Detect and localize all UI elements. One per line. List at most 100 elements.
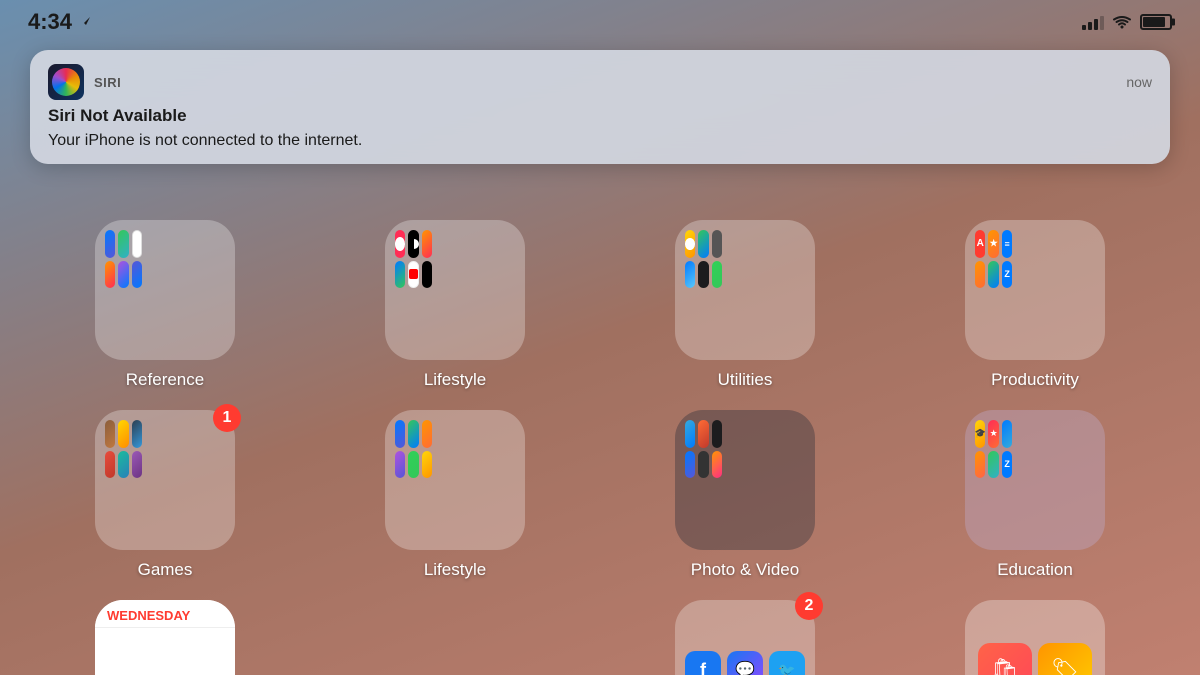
folder-app <box>685 230 695 258</box>
calendar-day-name: WEDNESDAY <box>107 608 223 623</box>
folder-app <box>988 451 998 479</box>
folder-productivity[interactable]: A ★ ≡ Z Produ <box>950 220 1120 390</box>
folder-education[interactable]: 🎓 ★ Z Education <box>950 410 1120 580</box>
folder-app: ★ <box>988 420 998 448</box>
notification-app-name: SIRI <box>94 75 121 90</box>
notification-body: Your iPhone is not connected to the inte… <box>48 132 1152 150</box>
folder-app: Z <box>1002 261 1012 289</box>
folder-utilities-apps <box>685 230 722 288</box>
folder-lifestyle-1-apps <box>395 230 432 288</box>
folder-lifestyle-2[interactable]: Lifestyle <box>370 410 540 580</box>
siri-icon <box>48 64 84 100</box>
folder-app <box>105 261 115 289</box>
folder-app <box>422 420 432 448</box>
folder-app <box>685 451 695 479</box>
games-badge: 1 <box>213 404 241 432</box>
folder-lifestyle-1-icon <box>385 220 525 360</box>
folder-games-apps <box>105 420 142 478</box>
folder-lifestyle-2-apps <box>395 420 432 478</box>
folder-utilities-icon <box>675 220 815 360</box>
folder-app <box>698 451 708 479</box>
notification-title: Siri Not Available <box>48 106 1152 126</box>
folder-app <box>395 420 405 448</box>
folder-app <box>712 451 722 479</box>
folder-app <box>408 451 418 479</box>
twitter-app-icon: 🐦 <box>769 651 805 675</box>
folder-shopping-icon: 🛍 🏷 <box>965 600 1105 675</box>
folder-productivity-apps: A ★ ≡ Z <box>975 230 1012 288</box>
notification-banner[interactable]: SIRI now Siri Not Available Your iPhone … <box>30 50 1170 164</box>
folder-app <box>975 451 985 479</box>
folder-app <box>422 451 432 479</box>
folder-reference-label: Reference <box>126 370 204 390</box>
folder-app <box>105 420 115 448</box>
messenger-app-icon: 💬 <box>727 651 763 675</box>
app-grid: Reference <box>0 220 1200 675</box>
folder-utilities-label: Utilities <box>718 370 773 390</box>
folder-app: ★ <box>988 230 998 258</box>
folder-education-icon: 🎓 ★ Z <box>965 410 1105 550</box>
folder-social[interactable]: 2 f 💬 🐦 <box>660 600 830 675</box>
folder-app: A <box>975 230 985 258</box>
wifi-icon <box>1112 15 1132 29</box>
folder-lifestyle-2-icon <box>385 410 525 550</box>
calendar-widget-container[interactable]: WEDNESDAY <box>80 600 250 675</box>
location-arrow-icon <box>78 15 92 29</box>
folder-app <box>988 261 998 289</box>
folder-app <box>118 451 128 479</box>
app-row-2: 1 Games <box>20 410 1180 580</box>
folder-app <box>712 230 722 258</box>
calendar-widget: WEDNESDAY <box>95 600 235 675</box>
shop-app1-icon: 🛍 <box>978 643 1032 675</box>
folder-lifestyle-1[interactable]: Lifestyle <box>370 220 540 390</box>
folder-app <box>698 420 708 448</box>
folder-games[interactable]: 1 Games <box>80 410 250 580</box>
folder-app: ≡ <box>1002 230 1012 258</box>
battery-fill <box>1143 17 1165 27</box>
folder-app <box>712 420 722 448</box>
folder-app <box>408 420 418 448</box>
folder-app <box>118 230 128 258</box>
siri-gradient <box>52 68 80 96</box>
folder-app <box>132 230 142 258</box>
folder-utilities[interactable]: Utilities <box>660 220 830 390</box>
folder-games-icon: 1 <box>95 410 235 550</box>
folder-reference-icon <box>95 220 235 360</box>
folder-app <box>105 451 115 479</box>
folder-productivity-icon: A ★ ≡ Z <box>965 220 1105 360</box>
folder-reference[interactable]: Reference <box>80 220 250 390</box>
notification-header: SIRI now <box>48 64 1152 100</box>
status-bar: 4:34 <box>0 0 1200 44</box>
folder-app: Z <box>1002 451 1012 479</box>
shop-app2-icon: 🏷 <box>1038 643 1092 675</box>
folder-social-icon: 2 f 💬 🐦 <box>675 600 815 675</box>
folder-shopping[interactable]: 🛍 🏷 <box>950 600 1120 675</box>
folder-photo-video[interactable]: Photo & Video <box>660 410 830 580</box>
folder-app <box>408 230 418 258</box>
folder-app <box>105 230 115 258</box>
folder-photo-video-icon <box>675 410 815 550</box>
folder-app <box>422 261 432 289</box>
folder-productivity-label: Productivity <box>991 370 1079 390</box>
app-row-1: Reference <box>20 220 1180 390</box>
social-badge: 2 <box>795 592 823 620</box>
folder-app <box>1002 420 1012 448</box>
folder-app <box>408 261 418 289</box>
folder-app <box>118 420 128 448</box>
folder-reference-apps <box>105 230 142 288</box>
folder-education-apps: 🎓 ★ Z <box>975 420 1012 478</box>
folder-education-label: Education <box>997 560 1073 580</box>
status-time: 4:34 <box>28 9 92 35</box>
signal-strength-icon <box>1082 14 1104 30</box>
app-row-3: WEDNESDAY 2 f 💬 🐦 🛍 🏷 <box>20 600 1180 675</box>
facebook-app-icon: f <box>685 651 721 675</box>
phone-screen: 4:34 <box>0 0 1200 675</box>
folder-lifestyle-1-label: Lifestyle <box>424 370 486 390</box>
notification-timestamp: now <box>1126 74 1152 90</box>
folder-app <box>118 261 128 289</box>
folder-app <box>395 261 405 289</box>
folder-photo-video-label: Photo & Video <box>691 560 799 580</box>
folder-lifestyle-2-label: Lifestyle <box>424 560 486 580</box>
folder-app <box>395 230 405 258</box>
folder-app <box>132 420 142 448</box>
